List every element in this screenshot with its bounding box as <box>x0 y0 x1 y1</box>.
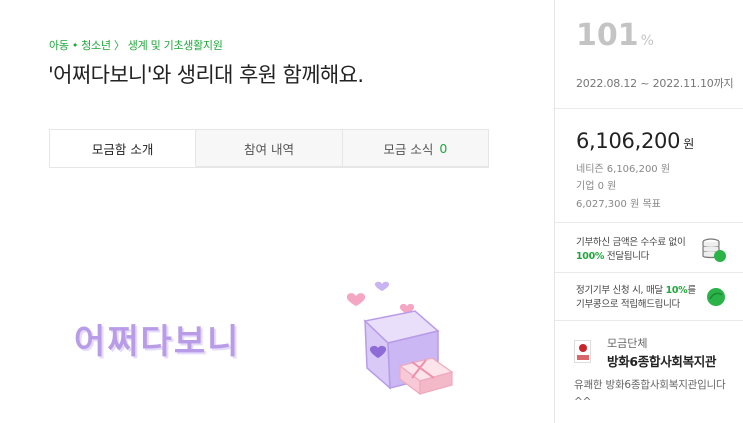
bean-highlight: 10% <box>665 285 688 296</box>
heart-icon <box>346 293 366 306</box>
fee-highlight: 100% <box>576 251 605 262</box>
green-bean-icon <box>707 288 725 306</box>
tab-news[interactable]: 모금 소식 0 <box>342 129 489 167</box>
heart-icon <box>374 281 390 291</box>
hero-image: 어쩌다보니 <box>60 276 460 416</box>
main-content: 아동 • 청소년 〉 생계 및 기초생활지원 '어쩌다보니'와 생리대 후원 함… <box>0 0 554 423</box>
netizen-amount: 네티즌 6,106,200 원 <box>576 164 671 175</box>
divider <box>555 272 743 273</box>
fee-notice-line2: 100% 전달됩니다 <box>576 250 685 264</box>
raised-amount: 6,106,200 원 <box>576 129 694 153</box>
tab-participation[interactable]: 참여 내역 <box>196 129 343 167</box>
coin-stack-icon <box>702 238 726 262</box>
company-amount: 기업 0 원 <box>576 181 617 192</box>
tab-label: 참여 내역 <box>244 141 294 157</box>
fundraising-period: 2022.08.12 ~ 2022.11.10까지 <box>576 77 734 90</box>
tab-label: 모금 소식 <box>383 141 434 157</box>
bean-notice-suffix: 를 <box>687 285 696 296</box>
tab-introduction[interactable]: 모금함 소개 <box>49 129 197 167</box>
donation-summary-panel: 101% 2022.08.12 ~ 2022.11.10까지 6,106,200… <box>555 0 743 423</box>
bean-notice-prefix: 정기기부 신청 시, 매달 <box>576 285 666 296</box>
bean-notice-line1: 정기기부 신청 시, 매달 10%를 <box>576 284 696 298</box>
bean-notice: 정기기부 신청 시, 매달 10%를 기부콩으로 적립해드립니다 <box>576 284 696 312</box>
divider <box>555 320 743 321</box>
organization-description: 유쾌한 방화6종합사회복지관입니다^^ <box>574 379 726 408</box>
organization-name[interactable]: 방화6종합사회복지관 <box>607 351 717 370</box>
amount-value: 6,106,200 <box>576 129 681 153</box>
divider <box>555 222 743 223</box>
bean-notice-line2: 기부콩으로 적립해드립니다 <box>576 299 681 310</box>
tab-count: 0 <box>439 140 448 156</box>
percent-value: 101 <box>576 18 639 53</box>
tab-bar: 모금함 소개 참여 내역 모금 소식 0 <box>49 129 489 168</box>
amount-unit: 원 <box>683 137 694 151</box>
tab-label: 모금함 소개 <box>91 141 154 157</box>
fee-notice-line1: 기부하신 금액은 수수료 없이 <box>576 237 686 248</box>
divider <box>555 108 743 109</box>
fee-notice: 기부하신 금액은 수수료 없이 100% 전달됩니다 <box>576 236 686 264</box>
gift-box-illustration <box>346 281 454 396</box>
achievement-percent: 101% <box>576 18 654 53</box>
organization-logo[interactable] <box>574 340 591 363</box>
page-title: '어쩌다보니'와 생리대 후원 함께해요. <box>48 63 364 87</box>
organization-label: 모금단체 <box>607 337 648 350</box>
percent-unit: % <box>640 33 654 49</box>
category-breadcrumb[interactable]: 아동 • 청소년 〉 생계 및 기초생활지원 <box>49 37 223 53</box>
goal-amount: 6,027,300 원 목표 <box>576 199 661 210</box>
fee-notice-suffix: 전달됩니다 <box>604 251 650 262</box>
